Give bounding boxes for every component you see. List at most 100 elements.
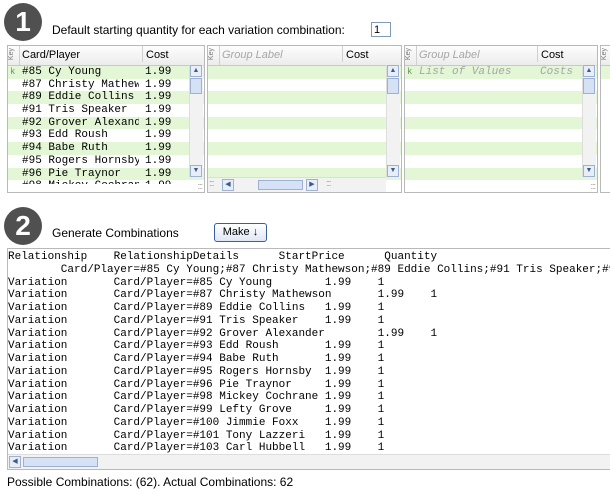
cost-header[interactable]: Cost — [537, 46, 564, 62]
cost-cell[interactable]: 1.99 — [145, 168, 171, 181]
cost-cell[interactable]: 1.99 — [145, 180, 171, 184]
output-line: Variation Card/Player=#87 Christy Mathew… — [8, 289, 438, 302]
step-2-badge: 2 — [4, 207, 42, 245]
output-text[interactable]: Relationship RelationshipDetails StartPr… — [8, 251, 610, 455]
empty-row — [405, 79, 597, 92]
card-player-cell[interactable]: #96 Pie Traynor — [22, 168, 139, 181]
key-column-header: Key — [8, 46, 20, 65]
cost-cell[interactable]: 1.99 — [145, 104, 171, 117]
vertical-scrollbar[interactable]: ▲ ▼ — [189, 65, 203, 177]
cost-cell[interactable]: 1.99 — [145, 66, 171, 79]
key-column-header: Key — [208, 46, 220, 65]
scroll-thumb[interactable] — [190, 78, 202, 94]
horizontal-scrollbar[interactable]: ::: ◀ ▶ ::: — [208, 177, 386, 192]
table-row[interactable]: #98 Mickey Cochrane 1.99 — [8, 180, 204, 184]
table-row[interactable]: #89 Eddie Collins 1.99 — [8, 91, 204, 105]
resize-grip-icon[interactable]: ::: — [590, 181, 595, 191]
grid-rows — [208, 66, 401, 184]
card-player-grid[interactable]: Key Card/Player Cost k #85 Cy Young 1.99 #8… — [7, 45, 205, 193]
card-player-cell[interactable]: #92 Grover Alexander — [22, 117, 139, 130]
scroll-down-icon[interactable]: ▼ — [387, 165, 399, 177]
combinations-output[interactable]: Relationship RelationshipDetails StartPr… — [7, 248, 610, 470]
card-player-cell[interactable]: #85 Cy Young — [22, 66, 139, 79]
output-line: Variation Card/Player=#94 Babe Ruth 1.99… — [8, 353, 385, 365]
empty-row — [208, 104, 401, 117]
combinations-status: Possible Combinations: (62). Actual Comb… — [7, 475, 294, 489]
output-line: Variation Card/Player=#96 Pie Traynor 1.… — [8, 378, 385, 391]
scroll-thumb[interactable] — [387, 78, 399, 94]
cost-cell[interactable]: 1.99 — [145, 79, 171, 92]
cost-cell[interactable]: 1.99 — [145, 117, 171, 130]
empty-row — [208, 142, 401, 155]
table-row[interactable]: #96 Pie Traynor 1.99 — [8, 167, 204, 181]
group-label-header[interactable]: Group Label — [419, 49, 480, 61]
card-player-cell[interactable]: #98 Mickey Cochrane — [22, 180, 139, 184]
cost-header[interactable]: Cost — [342, 46, 369, 62]
card-player-cell[interactable]: #87 Christy Mathewson — [22, 79, 139, 92]
default-quantity-input[interactable] — [371, 22, 391, 37]
resize-grip-icon[interactable]: ::: — [209, 178, 214, 188]
card-player-header[interactable]: Card/Player — [22, 49, 80, 61]
output-line: Variation Card/Player=#100 Jimmie Foxx 1… — [8, 416, 385, 429]
key-marker: k — [10, 67, 16, 77]
card-player-cell[interactable]: #94 Babe Ruth — [22, 142, 139, 155]
cost-cell[interactable]: 1.99 — [145, 142, 171, 155]
table-row[interactable]: #92 Grover Alexander 1.99 — [8, 116, 204, 130]
scroll-up-icon[interactable]: ▲ — [387, 65, 399, 77]
scroll-left-icon[interactable]: ◀ — [9, 456, 21, 468]
scroll-thumb[interactable] — [23, 457, 98, 467]
scroll-down-icon[interactable]: ▼ — [583, 165, 595, 177]
scroll-thumb[interactable] — [258, 180, 303, 190]
card-player-cell[interactable]: #89 Eddie Collins — [22, 91, 139, 104]
cost-header[interactable]: Cost — [142, 46, 169, 62]
scroll-up-icon[interactable]: ▲ — [190, 65, 202, 77]
empty-row — [208, 129, 401, 142]
vertical-scrollbar[interactable]: ▲ ▼ — [386, 65, 400, 177]
row-placeholder: List of Values — [419, 66, 512, 78]
output-line: Card/Player=#85 Cy Young;#87 Christy Mat… — [60, 263, 610, 276]
cost-cell[interactable]: 1.99 — [145, 91, 171, 104]
empty-row — [208, 66, 401, 79]
group-grid-4[interactable]: Key — [600, 45, 610, 193]
empty-row — [208, 91, 401, 105]
make-button[interactable]: Make ↓ — [214, 223, 267, 242]
grid-header: Key Group Label Cost — [405, 46, 597, 66]
table-row[interactable]: #94 Babe Ruth 1.99 — [8, 142, 204, 155]
resize-grip-icon[interactable]: ::: — [326, 178, 331, 188]
output-line: Variation Card/Player=#99 Lefty Grove 1.… — [8, 404, 385, 416]
scroll-thumb[interactable] — [583, 78, 595, 94]
scroll-right-icon[interactable]: ▶ — [306, 179, 318, 191]
group-grid-2[interactable]: Key Group Label Cost ::: ◀ ▶ ::: ▲ ▼ — [207, 45, 402, 193]
empty-row — [208, 155, 401, 168]
output-line: Variation Card/Player=#95 Rogers Hornsby… — [8, 365, 385, 378]
vertical-scrollbar[interactable]: ▲ ▼ — [582, 65, 596, 177]
card-player-cell[interactable]: #95 Rogers Hornsby — [22, 155, 139, 168]
cost-cell[interactable]: 1.99 — [145, 155, 171, 168]
table-row[interactable]: #95 Rogers Hornsby 1.99 — [8, 155, 204, 168]
card-player-cell[interactable]: #93 Edd Roush — [22, 129, 139, 142]
table-row[interactable]: k #85 Cy Young 1.99 — [8, 66, 204, 79]
empty-row — [405, 155, 597, 168]
output-line: Relationship RelationshipDetails StartPr… — [8, 251, 438, 263]
group-grid-3[interactable]: Key Group Label Cost k List of Values Co… — [404, 45, 598, 193]
grid-rows: k #85 Cy Young 1.99 #87 Christy Mathewson 1.… — [8, 66, 204, 184]
key-column-header: Key — [405, 46, 417, 65]
table-row[interactable]: #91 Tris Speaker 1.99 — [8, 104, 204, 117]
resize-grip-icon[interactable]: ::: — [197, 181, 202, 191]
card-player-cell[interactable]: #91 Tris Speaker — [22, 104, 139, 117]
scroll-left-icon[interactable]: ◀ — [222, 179, 234, 191]
output-line: Variation Card/Player=#92 Grover Alexand… — [8, 327, 438, 340]
list-item[interactable]: k List of Values Costs — [405, 66, 597, 79]
scroll-up-icon[interactable]: ▲ — [583, 65, 595, 77]
empty-row — [601, 66, 610, 79]
group-label-header[interactable]: Group Label — [222, 49, 283, 61]
table-row[interactable]: #93 Edd Roush 1.99 — [8, 129, 204, 142]
scroll-down-icon[interactable]: ▼ — [190, 165, 202, 177]
output-line: Variation Card/Player=#91 Tris Speaker 1… — [8, 314, 385, 327]
generate-combinations-label: Generate Combinations — [52, 226, 179, 240]
step-1-badge: 1 — [4, 3, 42, 41]
table-row[interactable]: #87 Christy Mathewson 1.99 — [8, 79, 204, 92]
cost-cell[interactable]: 1.99 — [145, 129, 171, 142]
horizontal-scrollbar[interactable]: ◀ — [8, 454, 610, 469]
empty-row — [405, 104, 597, 117]
